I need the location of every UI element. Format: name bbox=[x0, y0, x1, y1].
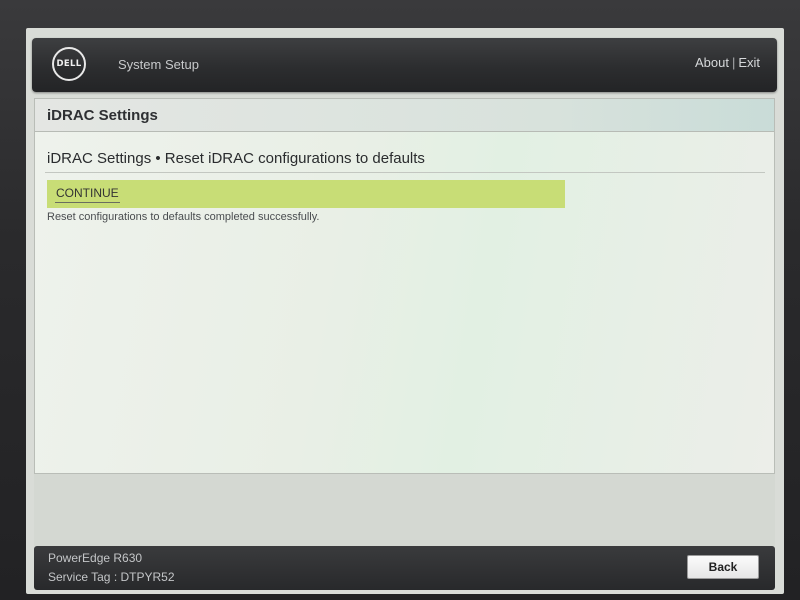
continue-button[interactable]: CONTINUE bbox=[55, 186, 120, 203]
app-title: System Setup bbox=[118, 57, 199, 72]
about-link[interactable]: About bbox=[695, 55, 729, 70]
content-panel: iDRAC Settings iDRAC Settings • Reset iD… bbox=[34, 98, 775, 474]
header-bar: DELL System Setup About | Exit bbox=[32, 38, 777, 92]
footer-bar: PowerEdge R630 Service Tag : DTPYR52 Bac… bbox=[34, 546, 775, 590]
section-title: iDRAC Settings bbox=[47, 107, 158, 124]
monitor-bezel: DELL System Setup About | Exit iDRAC Setti… bbox=[0, 0, 800, 600]
breadcrumb: iDRAC Settings • Reset iDRAC configurati… bbox=[47, 150, 425, 167]
header-links: About | Exit bbox=[695, 55, 760, 70]
screen: DELL System Setup About | Exit iDRAC Setti… bbox=[26, 28, 784, 594]
status-message: Reset configurations to defaults complet… bbox=[47, 211, 320, 223]
continue-row[interactable]: CONTINUE bbox=[47, 180, 565, 208]
logo-text: DELL bbox=[56, 59, 82, 69]
back-button[interactable]: Back bbox=[687, 555, 759, 579]
section-header: iDRAC Settings bbox=[35, 99, 774, 132]
footer-spacer bbox=[34, 474, 775, 546]
link-separator: | bbox=[731, 55, 736, 70]
exit-link[interactable]: Exit bbox=[738, 55, 760, 70]
divider bbox=[45, 172, 765, 173]
dell-logo: DELL bbox=[52, 47, 86, 81]
system-model: PowerEdge R630 bbox=[48, 551, 143, 565]
service-tag: Service Tag : DTPYR52 bbox=[48, 570, 175, 584]
